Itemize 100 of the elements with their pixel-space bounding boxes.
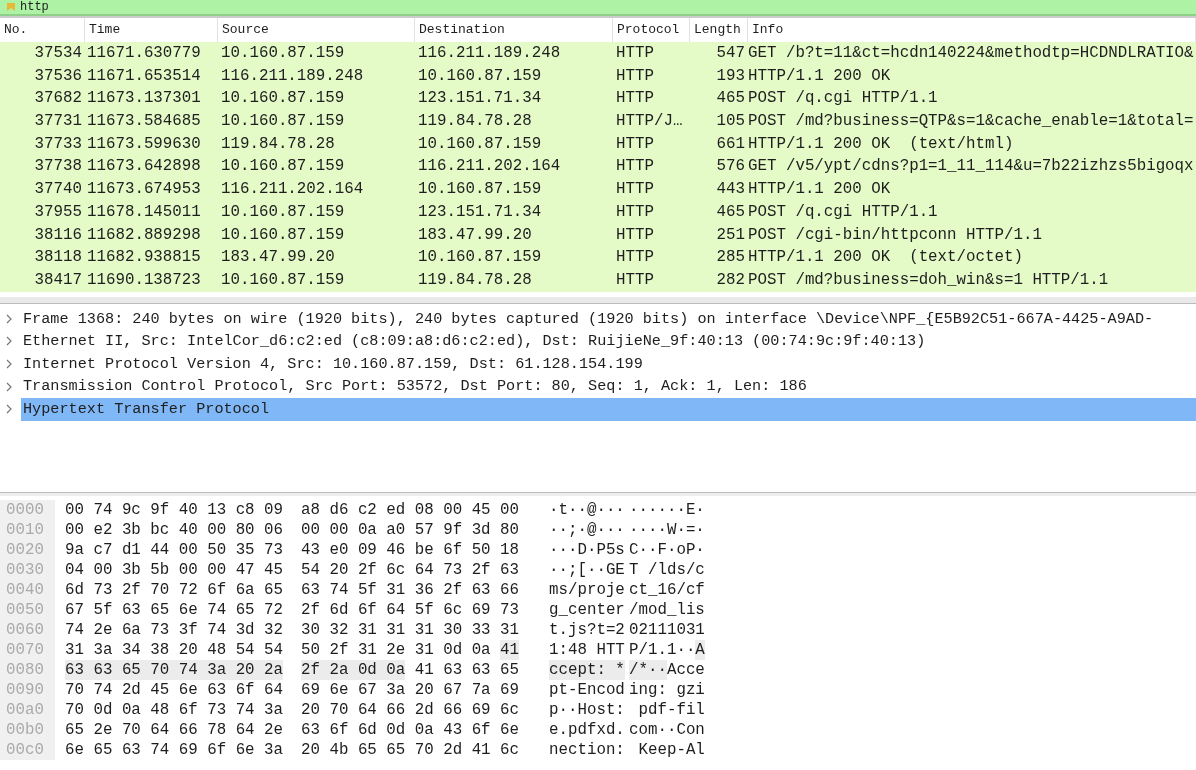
packet-number: 37534 [33, 43, 83, 64]
packet-row[interactable]: 37682 11673.137301 10.160.87.159 123.151.71.34 HTTP 465 POST /q.cgi HTTP/1.1 [0, 87, 1196, 111]
ascii-bytes: A [695, 639, 705, 660]
source-address: 119.84.78.28 [220, 133, 336, 155]
protocol-name: HTTP/J… [615, 111, 684, 133]
hex-bytes: 50 2f 31 2e 31 0d 0a [301, 639, 492, 660]
byte-offset: 0040 [5, 579, 45, 600]
destination-address: 10.160.87.159 [417, 65, 543, 87]
hex-bytes: 67 5f 63 65 6e 74 65 72 [65, 599, 284, 620]
protocol-name: HTTP [615, 201, 655, 223]
source-address: 10.160.87.159 [220, 156, 346, 178]
ascii-bytes: ing: gzi [629, 679, 705, 700]
source-address: 10.160.87.159 [220, 201, 346, 223]
packet-info: POST /q.cgi HTTP/1.1 [748, 201, 939, 223]
byte-offset: 0070 [5, 639, 45, 660]
packet-number: 38417 [33, 269, 83, 291]
display-filter-field[interactable]: http [0, 0, 1196, 16]
packet-row[interactable]: 38417 11690.138723 10.160.87.159 119.84.78.28 HTTP 282 POST /md?business=doh_win&s=1 HTTP/1.1 [0, 268, 1196, 292]
packet-length: 282 [715, 269, 746, 291]
protocol-name: HTTP [615, 179, 655, 201]
packet-row[interactable]: 37731 11673.584685 10.160.87.159 119.84.78.28 HTTP/J… 105 POST /md?business=QTP&s=1&cache_enable=1&total= [0, 110, 1196, 133]
tree-item[interactable]: Frame 1368: 240 bytes on wire (1920 bits), 240 bytes captured (1920 bits) on interface \Device\NPF_{E5B92C51-667A-4425-A9AD- [21, 307, 1196, 331]
hex-bytes: 63 63 65 70 74 3a 20 2a [65, 659, 284, 680]
hex-bytes: a8 d6 c2 ed 08 00 45 00 [301, 499, 520, 520]
protocol-name: HTTP [615, 156, 655, 178]
packet-info: POST /q.cgi HTTP/1.1 [748, 88, 939, 110]
packet-row[interactable]: 37733 11673.599630 119.84.78.28 10.160.87.159 HTTP 661 HTTP/1.1 200 OK (text/html) [0, 132, 1196, 156]
packet-info: HTTP/1.1 200 OK (text/octet) [748, 247, 1024, 269]
packet-time: 11671.630779 [86, 43, 202, 64]
source-address: 183.47.99.20 [220, 247, 336, 269]
source-address: 116.211.202.164 [220, 179, 365, 201]
ascii-bytes: ······E· [629, 499, 705, 520]
packet-row[interactable]: 37738 11673.642898 10.160.87.159 116.211.202.164 HTTP 576 GET /v5/ypt/cdns?p1=1_11_114&u=7b22izhzs5bigoqx [0, 155, 1196, 179]
tree-item[interactable]: Ethernet II, Src: IntelCor_d6:c2:ed (c8:09:a8:d6:c2:ed), Dst: RuijieNe_9f:40:13 (00:74:9c:9f:40:13) [21, 330, 1196, 353]
destination-address: 10.160.87.159 [417, 133, 543, 155]
packet-length: 547 [715, 43, 746, 64]
packet-row[interactable]: 37534 11671.630779 10.160.87.159 116.211.189.248 HTTP 547 GET /b?t=11&ct=hcdn140224&methodtp=HCDNDLRATIO& [0, 42, 1196, 65]
destination-address: 123.151.71.34 [417, 88, 543, 110]
destination-address: 183.47.99.20 [417, 224, 533, 246]
hex-bytes: 2f 2a 0d 0a [301, 659, 406, 680]
hex-bytes: 63 74 5f 31 36 2f 63 66 [301, 579, 520, 600]
packet-row[interactable]: 37740 11673.674953 116.211.202.164 10.160.87.159 HTTP 443 HTTP/1.1 200 OK [0, 178, 1196, 201]
filter-text: http [20, 0, 49, 14]
packet-row[interactable]: 37955 11678.145011 10.160.87.159 123.151.71.34 HTTP 465 POST /q.cgi HTTP/1.1 [0, 200, 1196, 224]
hex-bytes: 04 00 3b 5b 00 00 47 45 [65, 559, 284, 580]
byte-offset: 0050 [5, 599, 45, 620]
ascii-bytes: t.js?t=2 [549, 619, 625, 640]
packet-time: 11673.642898 [86, 156, 202, 178]
byte-offset: 00c0 [5, 739, 45, 760]
packet-time: 11678.145011 [86, 201, 202, 223]
packet-info: HTTP/1.1 200 OK (text/html) [748, 133, 1015, 155]
packet-number: 38118 [33, 247, 83, 269]
packet-row[interactable]: 38118 11682.938815 183.47.99.20 10.160.87.159 HTTP 285 HTTP/1.1 200 OK (text/octet) [0, 246, 1196, 269]
hex-bytes: 31 3a 34 38 20 48 54 54 [65, 639, 284, 660]
ascii-bytes: p··Host: [549, 699, 625, 720]
hex-bytes: 69 6e 67 3a 20 67 7a 69 [301, 679, 520, 700]
tree-item[interactable]: Hypertext Transfer Protocol [21, 397, 1196, 421]
packet-number: 37733 [33, 133, 83, 155]
ascii-bytes: ··;[··GE [549, 559, 625, 580]
ascii-bytes: ccept: * [549, 659, 625, 680]
hex-bytes: 41 [500, 639, 520, 660]
packet-time: 11673.674953 [86, 179, 202, 201]
ascii-bytes: g_center [549, 599, 625, 620]
packet-length: 251 [715, 224, 746, 246]
byte-offset: 0030 [5, 559, 45, 580]
packet-length: 443 [715, 179, 746, 201]
hex-bytes: 6d 73 2f 70 72 6f 6a 65 [65, 579, 284, 600]
protocol-name: HTTP [615, 247, 655, 269]
ascii-bytes: ms/proje [549, 579, 625, 600]
destination-address: 119.84.78.28 [417, 111, 533, 133]
ascii-bytes: nection: [549, 739, 625, 760]
packet-info: POST /md?business=doh_win&s=1 HTTP/1.1 [748, 269, 1110, 291]
ascii-bytes: Acce [666, 659, 705, 680]
packet-time: 11690.138723 [86, 269, 202, 291]
tree-item[interactable]: Internet Protocol Version 4, Src: 10.160.87.159, Dst: 61.128.154.199 [21, 352, 1196, 376]
ascii-bytes: 1:48 HTT [549, 639, 625, 660]
hex-bytes: 65 2e 70 64 66 78 64 2e [65, 719, 284, 740]
packet-time: 11673.137301 [86, 88, 202, 110]
hex-bytes: 2f 6d 6f 64 5f 6c 69 73 [301, 599, 520, 620]
byte-offset: 0060 [5, 619, 45, 640]
protocol-name: HTTP [615, 224, 655, 246]
destination-address: 123.151.71.34 [417, 201, 543, 223]
ascii-bytes: pt-Encod [549, 679, 625, 700]
source-address: 10.160.87.159 [220, 88, 346, 110]
ascii-bytes: /mod_lis [629, 599, 705, 620]
packet-row[interactable]: 38116 11682.889298 10.160.87.159 183.47.99.20 HTTP 251 POST /cgi-bin/httpconn HTTP/1.1 [0, 223, 1196, 247]
ascii-bytes: e.pdfxd. [549, 719, 625, 740]
protocol-name: HTTP [615, 269, 655, 291]
packet-length: 193 [715, 65, 746, 87]
hex-bytes: 63 6f 6d 0d 0a 43 6f 6e [301, 719, 520, 740]
source-address: 116.211.189.248 [220, 65, 365, 87]
protocol-name: HTTP [615, 133, 655, 155]
packet-time: 11671.653514 [86, 65, 202, 87]
packet-time: 11682.938815 [86, 247, 202, 269]
packet-row[interactable]: 37536 11671.653514 116.211.189.248 10.160.87.159 HTTP 193 HTTP/1.1 200 OK [0, 64, 1196, 88]
hex-bytes: 00 74 9c 9f 40 13 c8 09 [65, 499, 284, 520]
hex-bytes: 30 32 31 31 31 30 33 31 [301, 619, 520, 640]
ascii-bytes: com··Con [629, 719, 705, 740]
tree-item[interactable]: Transmission Control Protocol, Src Port: 53572, Dst Port: 80, Seq: 1, Ack: 1, Len: 186 [21, 375, 1196, 398]
ascii-bytes: /*·· [629, 659, 667, 680]
